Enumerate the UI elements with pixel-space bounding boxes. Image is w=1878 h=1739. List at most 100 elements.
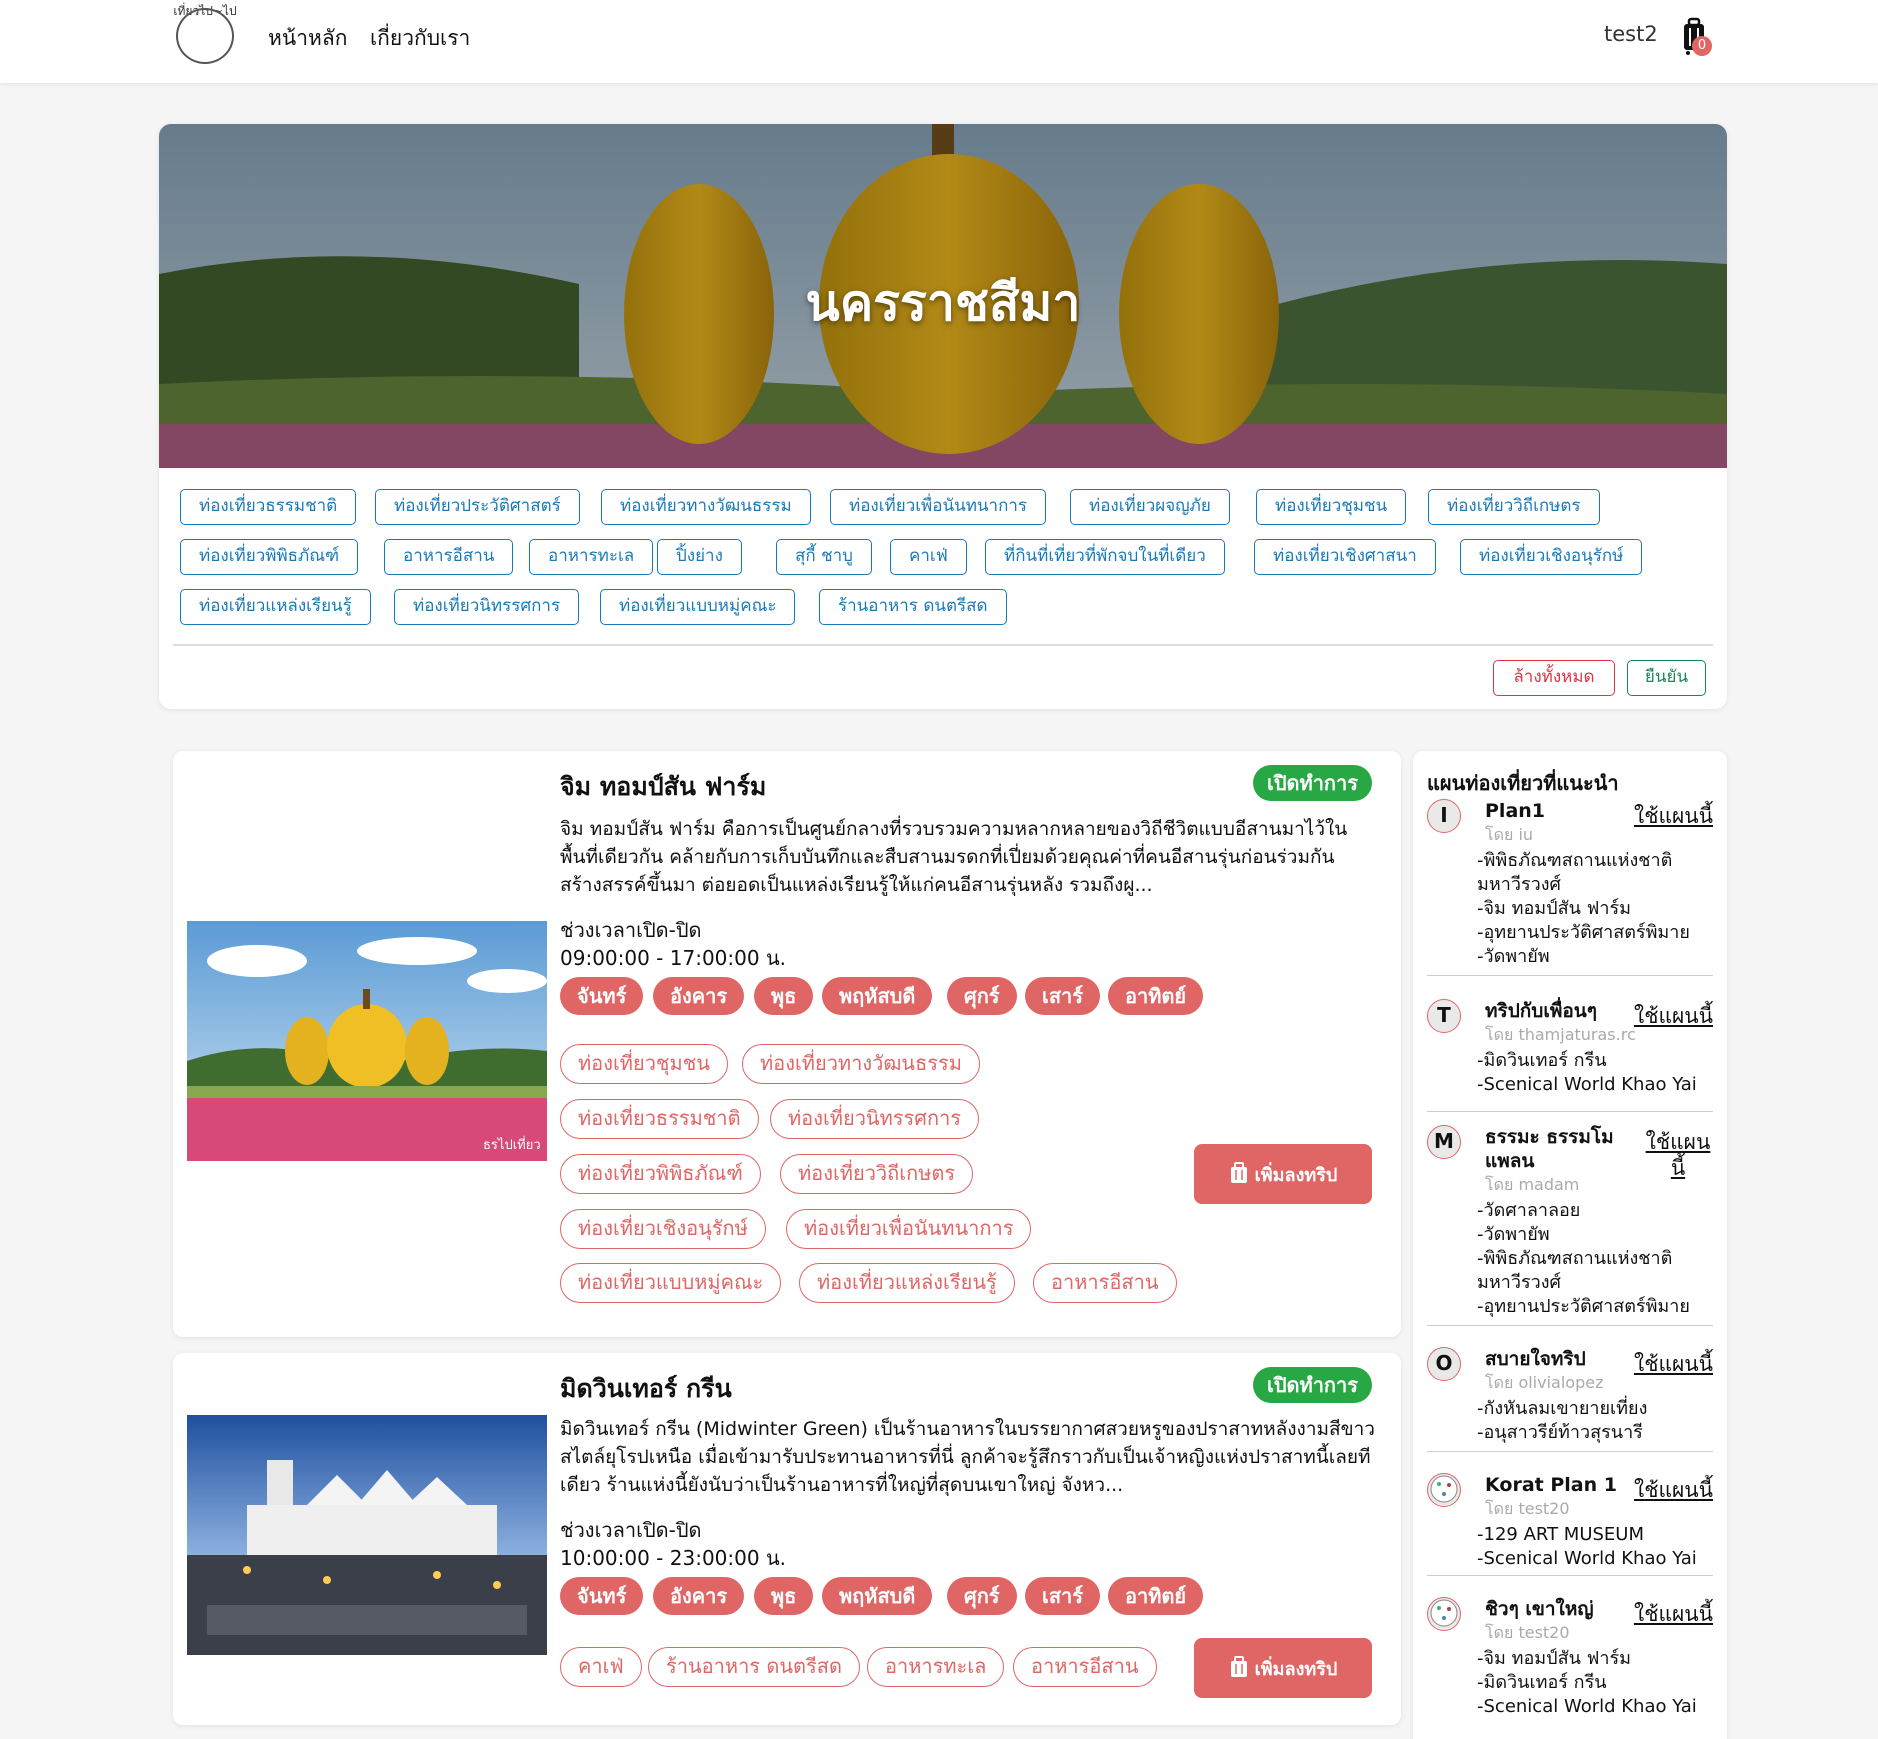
category-pill[interactable]: ท่องเที่ยวทางวัฒนธรรม [742, 1044, 980, 1084]
logo[interactable] [176, 8, 234, 64]
filter-tag[interactable]: คาเฟ่ [890, 539, 967, 575]
plan-author: โดย test20 [1485, 1499, 1570, 1518]
day-pill: ศุกร์ [947, 1577, 1017, 1615]
category-pill[interactable]: อาหารอีสาน [1033, 1263, 1177, 1303]
category-pill[interactable]: ร้านอาหาร ดนตรีสด [648, 1647, 860, 1687]
nav-about-link[interactable]: เกี่ยวกับเรา [370, 22, 470, 55]
place-description: จิม ทอมป์สัน ฟาร์ม คือการเป็นศูนย์กลางที… [560, 818, 1348, 896]
filter-tag[interactable]: ท่องเที่ยววิถีเกษตร [1428, 489, 1600, 525]
filter-tag[interactable]: ท่องเที่ยวเชิงอนุรักษ์ [1460, 539, 1643, 575]
plan-places: -จิม ทอมป์สัน ฟาร์ม -มิดวินเทอร์ กรีน -S… [1477, 1648, 1697, 1717]
use-plan-link[interactable]: ใช้แผนนี้ [1634, 1601, 1713, 1627]
filter-tag[interactable]: ท่องเที่ยวประวัติศาสตร์ [375, 489, 580, 525]
add-to-trip-button[interactable]: เพิ่มลงทริป [1194, 1144, 1372, 1204]
plan-places: -129 ART MUSEUM -Scenical World Khao Yai [1477, 1524, 1697, 1569]
filter-tag[interactable]: ท่องเที่ยวชุมชน [1256, 489, 1407, 525]
day-pill: พฤหัสบดี [822, 977, 933, 1015]
day-pill: อาทิตย์ [1108, 977, 1204, 1015]
filter-tag[interactable]: ท่องเที่ยวผจญภัย [1070, 489, 1230, 525]
use-plan-link[interactable]: ใช้แผนนี้ [1634, 1477, 1713, 1503]
luggage-icon [1230, 1162, 1247, 1183]
day-pill: พุธ [754, 977, 814, 1015]
use-plan-link[interactable]: ใช้แผนนี้ [1634, 1351, 1713, 1377]
place-card: มิดวินเทอร์ กรีน เปิดทำการ มิดวินเทอร์ ก… [173, 1353, 1401, 1725]
plan-name: ธรรมะ ธรรมโม แพลน [1485, 1126, 1614, 1172]
filter-tag[interactable]: ปิ้งย่าง [657, 539, 742, 575]
filter-tag[interactable]: ท่องเที่ยวทางวัฒนธรรม [601, 489, 811, 525]
filter-tag[interactable]: ท่องเที่ยวแบบหมู่คณะ [600, 589, 796, 625]
user-name[interactable]: test2 [1604, 22, 1658, 46]
avatar [1427, 1597, 1461, 1631]
plan-name: Korat Plan 1 [1485, 1474, 1617, 1496]
plan-name: ชิวๆ เขาใหญ่ [1485, 1598, 1594, 1620]
plan-name: ทริปกับเพื่อนๆ [1485, 1000, 1597, 1022]
category-pill[interactable]: ท่องเที่ยวธรรมชาติ [560, 1099, 759, 1139]
divider [1427, 1111, 1713, 1112]
filter-tag[interactable]: ที่กินที่เที่ยวที่พักจบในที่เดียว [985, 539, 1225, 575]
category-pill[interactable]: ท่องเที่ยวเพื่อนันทนาการ [786, 1209, 1032, 1249]
navbar: เที่ยวไป~ไป หน้าหลัก เกี่ยวกับเรา test2 … [0, 0, 1878, 83]
nav-home-link[interactable]: หน้าหลัก [268, 22, 347, 55]
hours-value: 09:00:00 - 17:00:00 น. [560, 946, 786, 970]
plan-item: I Plan1 โดย iu ใช้แผนนี้ -พิพิธภัณฑสถานแ… [1427, 799, 1713, 976]
day-pill: เสาร์ [1025, 977, 1101, 1015]
hours-value: 10:00:00 - 23:00:00 น. [560, 1546, 786, 1570]
avatar: O [1427, 1347, 1461, 1381]
place-title[interactable]: มิดวินเทอร์ กรีน [560, 1369, 732, 1409]
day-pill: จันทร์ [560, 1577, 644, 1615]
place-title[interactable]: จิม ทอมป์สัน ฟาร์ม [560, 767, 766, 807]
recommended-plans-panel: แผนท่องเที่ยวที่แนะนำ I Plan1 โดย iu ใช้… [1413, 751, 1727, 1739]
category-pill[interactable]: อาหารทะเล [867, 1647, 1005, 1687]
plan-author: โดย iu [1485, 825, 1534, 844]
place-description: มิดวินเทอร์ กรีน (Midwinter Green) เป็นร… [560, 1418, 1375, 1496]
place-card: ธรไปเที่ยว จิม ทอมป์สัน ฟาร์ม เปิดทำการ … [173, 751, 1401, 1337]
filter-tag[interactable]: ท่องเที่ยวแหล่งเรียนรู้ [180, 589, 371, 625]
plan-name: สบายใจทริป [1485, 1348, 1586, 1370]
category-pill[interactable]: ท่องเที่ยวนิทรรศการ [770, 1099, 980, 1139]
filter-tag[interactable]: อาหารทะเล [529, 539, 654, 575]
day-pill: พุธ [754, 1577, 814, 1615]
image-watermark: ธรไปเที่ยว [483, 1136, 541, 1153]
filter-tag[interactable]: ท่องเที่ยวเพื่อนันทนาการ [830, 489, 1047, 525]
filter-tag[interactable]: ท่องเที่ยวเชิงศาสนา [1254, 539, 1436, 575]
day-pill: อังคาร [653, 1577, 745, 1615]
place-image[interactable] [187, 1415, 547, 1655]
category-pill[interactable]: อาหารอีสาน [1013, 1647, 1157, 1687]
category-pill[interactable]: ท่องเที่ยวชุมชน [560, 1044, 728, 1084]
plan-author: โดย test20 [1485, 1623, 1570, 1642]
add-to-trip-button[interactable]: เพิ่มลงทริป [1194, 1638, 1372, 1698]
place-image[interactable]: ธรไปเที่ยว [187, 921, 547, 1161]
confirm-button[interactable]: ยืนยัน [1627, 660, 1706, 696]
day-pill: ศุกร์ [947, 977, 1017, 1015]
category-pill[interactable]: ท่องเที่ยวพิพิธภัณฑ์ [560, 1154, 761, 1194]
clear-all-button[interactable]: ล้างทั้งหมด [1493, 660, 1615, 696]
avatar: T [1427, 999, 1461, 1033]
use-plan-link[interactable]: ใช้แผนนี้ [1634, 1003, 1713, 1029]
hero-banner: นครราชสีมา [159, 124, 1727, 468]
category-pill[interactable]: คาเฟ่ [560, 1647, 642, 1687]
filter-tag[interactable]: ท่องเที่ยวธรรมชาติ [180, 489, 357, 525]
category-pill[interactable]: ท่องเที่ยวเชิงอนุรักษ์ [560, 1209, 766, 1249]
plan-places: -กังหันลมเขายายเที่ยง -อนุสาวรีย์ท้าวสุร… [1477, 1398, 1648, 1443]
add-to-trip-label: เพิ่มลงทริป [1254, 1658, 1338, 1680]
sidebar-title: แผนท่องเที่ยวที่แนะนำ [1427, 771, 1619, 795]
category-pill[interactable]: ท่องเที่ยวแบบหมู่คณะ [560, 1263, 782, 1303]
filter-tag[interactable]: สุกี้ ชาบู [776, 539, 872, 575]
use-plan-link[interactable]: ใช้แผนนี้ [1634, 803, 1713, 829]
day-pill: อาทิตย์ [1108, 1577, 1204, 1615]
category-pill[interactable]: ท่องเที่ยววิถีเกษตร [780, 1154, 974, 1194]
filter-tag[interactable]: ท่องเที่ยวนิทรรศการ [394, 589, 580, 625]
filter-tag[interactable]: อาหารอีสาน [384, 539, 514, 575]
filter-tag[interactable]: ร้านอาหาร ดนตรีสด [819, 589, 1007, 625]
plan-author: โดย madam [1485, 1175, 1580, 1194]
category-pill[interactable]: ท่องเที่ยวแหล่งเรียนรู้ [799, 1263, 1015, 1303]
use-plan-link[interactable]: ใช้แผนนี้ [1643, 1129, 1713, 1181]
open-status-badge: เปิดทำการ [1253, 1367, 1372, 1403]
day-pill: เสาร์ [1025, 1577, 1101, 1615]
avatar: M [1427, 1125, 1461, 1159]
filter-tag[interactable]: ท่องเที่ยวพิพิธภัณฑ์ [180, 539, 359, 575]
day-pill: จันทร์ [560, 977, 644, 1015]
avatar: I [1427, 799, 1461, 833]
luggage-icon [1230, 1656, 1247, 1677]
day-pill: พฤหัสบดี [822, 1577, 933, 1615]
